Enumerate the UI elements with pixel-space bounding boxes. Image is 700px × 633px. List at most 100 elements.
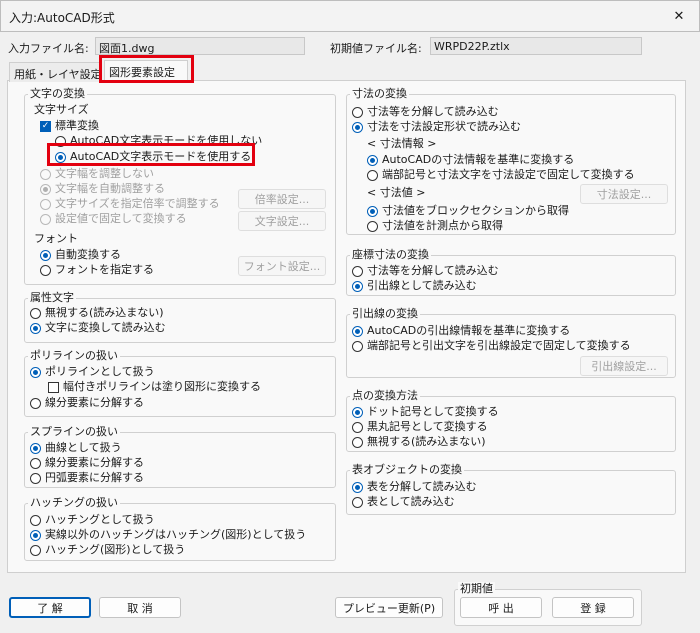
input-file-label: 入力ファイル名: [8,42,89,55]
ok-button[interactable]: 了 解 [9,597,91,618]
radio-spline-line[interactable]: 線分要素に分解する [30,456,144,470]
input-file-field: 図面1.dwg [95,37,305,55]
group-title-polyline: ポリラインの扱い [28,349,120,362]
poly-split-label: 線分要素に分解する [45,396,144,409]
recall-button[interactable]: 呼 出 [460,597,542,618]
char-settings-button[interactable]: 文字設定... [238,211,326,231]
radio-leader-fixed[interactable]: 端部記号と引出文字を引出線設定で固定して変換する [352,339,631,353]
radio-font-specify[interactable]: フォントを指定する [40,263,154,277]
preview-update-button[interactable]: プレビュー更新(P) [335,597,443,618]
width-fill-checkbox[interactable]: 幅付きポリラインは塗り図形に変換する [48,380,261,394]
dim-block-label: 寸法値をブロックセクションから取得 [382,204,569,217]
radio-hatch-shape[interactable]: ハッチング(図形)として扱う [30,543,185,557]
point-ignore-label: 無視する(読み込まない) [367,435,486,448]
highlight-box-mode-on [47,143,255,166]
radio-scale-adjust[interactable]: 文字サイズを指定倍率で調整する [40,197,220,211]
dim-as-dim-label: 寸法を寸法設定形状で読み込む [367,120,521,133]
group-title-attribute: 属性文字 [28,291,76,304]
cancel-button[interactable]: 取 消 [99,597,181,618]
highlight-box-tab [99,55,194,83]
leader-fixed-label: 端部記号と引出文字を引出線設定で固定して変換する [367,339,631,352]
attr-text-label: 文字に変換して読み込む [45,321,166,334]
dim-value-label: < 寸法値 > [367,186,426,199]
group-title-hatch: ハッチングの扱い [28,496,120,509]
radio-no-adjust[interactable]: 文字幅を調整しない [40,167,154,181]
hatch-hatch-label: ハッチングとして扱う [45,513,155,526]
scale-adjust-label: 文字サイズを指定倍率で調整する [55,197,220,210]
group-title-coord: 座標寸法の変換 [350,248,431,261]
window-title: 入力:AutoCAD形式 [9,11,115,25]
fixed-value-label: 設定値で固定して変換する [55,212,187,225]
text-size-label: 文字サイズ [34,103,89,116]
radio-coord-leader[interactable]: 引出線として読み込む [352,279,477,293]
point-black-label: 黒丸記号として変換する [367,420,488,433]
group-title-spline: スプラインの扱い [28,425,120,438]
radio-hatch-hatch[interactable]: ハッチングとして扱う [30,513,155,527]
table-as-table-label: 表として読み込む [367,495,455,508]
spline-curve-label: 曲線として扱う [45,441,122,454]
radio-fixed-value[interactable]: 設定値で固定して変換する [40,212,187,226]
attr-ignore-label: 無視する(読み込まない) [45,306,164,319]
no-adjust-label: 文字幅を調整しない [55,167,154,180]
ratio-settings-button[interactable]: 倍率設定... [238,189,326,209]
close-button[interactable]: ✕ [663,4,695,28]
radio-attr-ignore[interactable]: 無視する(読み込まない) [30,306,164,320]
hatch-shape-label: ハッチング(図形)として扱う [45,543,186,556]
radio-spline-curve[interactable]: 曲線として扱う [30,441,122,455]
checkbox-checked-icon: ✓ [40,120,51,132]
radio-dim-measure[interactable]: 寸法値を計測点から取得 [367,219,503,233]
tab-paper-layer[interactable]: 用紙・レイヤ設定 [9,62,102,82]
dim-info-label: < 寸法情報 > [367,137,437,150]
group-title-table: 表オブジェクトの変換 [350,463,464,476]
standard-conversion-label: 標準変換 [55,119,99,132]
radio-poly-split[interactable]: 線分要素に分解する [30,396,144,410]
close-icon: ✕ [673,8,685,24]
init-file-field: WRPD22P.ztlx [430,37,642,55]
auto-adjust-label: 文字幅を自動調整する [55,182,165,195]
radio-coord-explode[interactable]: 寸法等を分解して読み込む [352,264,499,278]
dim-explode-label: 寸法等を分解して読み込む [367,105,499,118]
font-settings-button[interactable]: フォント設定... [238,256,326,276]
init-file-label: 初期値ファイル名: [330,42,422,55]
standard-conversion-checkbox[interactable]: ✓ 標準変換 [40,119,99,133]
radio-dim-as-dim[interactable]: 寸法を寸法設定形状で読み込む [352,120,521,134]
radio-spline-arc[interactable]: 円弧要素に分解する [30,471,144,485]
dim-fixed-info-label: 端部記号と寸法文字を寸法設定で固定して変換する [382,168,635,181]
radio-dim-block[interactable]: 寸法値をブロックセクションから取得 [367,204,569,218]
font-label: フォント [34,232,78,245]
group-title-point: 点の変換方法 [350,389,420,402]
radio-table-explode[interactable]: 表を分解して読み込む [352,480,477,494]
group-title-dimension: 寸法の変換 [350,87,409,100]
radio-dim-acad-info[interactable]: AutoCADの寸法情報を基準に変換する [367,153,574,167]
radio-leader-acad[interactable]: AutoCADの引出線情報を基準に変換する [352,324,570,338]
radio-as-polyline[interactable]: ポリラインとして扱う [30,365,155,379]
radio-dim-explode[interactable]: 寸法等を分解して読み込む [352,105,499,119]
dim-acad-info-label: AutoCADの寸法情報を基準に変換する [382,153,575,166]
register-button[interactable]: 登 録 [552,597,634,618]
hatch-solid-label: 実線以外のハッチングはハッチング(図形)として扱う [45,528,307,541]
coord-leader-label: 引出線として読み込む [367,279,477,292]
leader-acad-label: AutoCADの引出線情報を基準に変換する [367,324,571,337]
leader-settings-button[interactable]: 引出線設定... [580,356,668,376]
radio-attr-text[interactable]: 文字に変換して読み込む [30,321,166,335]
radio-dim-fixed-info[interactable]: 端部記号と寸法文字を寸法設定で固定して変換する [367,168,635,182]
width-fill-label: 幅付きポリラインは塗り図形に変換する [63,380,261,393]
point-dot-label: ドット記号として変換する [367,405,499,418]
radio-font-auto[interactable]: 自動変換する [40,248,121,262]
dim-settings-button[interactable]: 寸法設定... [580,184,668,204]
font-auto-label: 自動変換する [55,248,121,261]
radio-point-ignore[interactable]: 無視する(読み込まない) [352,435,486,449]
radio-auto-adjust[interactable]: 文字幅を自動調整する [40,182,165,196]
group-title-leader: 引出線の変換 [350,307,420,320]
spline-arc-label: 円弧要素に分解する [45,471,144,484]
coord-explode-label: 寸法等を分解して読み込む [367,264,499,277]
table-explode-label: 表を分解して読み込む [367,480,477,493]
radio-point-black[interactable]: 黒丸記号として変換する [352,420,488,434]
radio-hatch-solid[interactable]: 実線以外のハッチングはハッチング(図形)として扱う [30,528,306,542]
font-specify-label: フォントを指定する [55,263,154,276]
group-title-text-conversion: 文字の変換 [28,87,87,100]
radio-point-dot[interactable]: ドット記号として変換する [352,405,499,419]
dim-measure-label: 寸法値を計測点から取得 [382,219,503,232]
spline-line-label: 線分要素に分解する [45,456,144,469]
radio-table-as-table[interactable]: 表として読み込む [352,495,455,509]
